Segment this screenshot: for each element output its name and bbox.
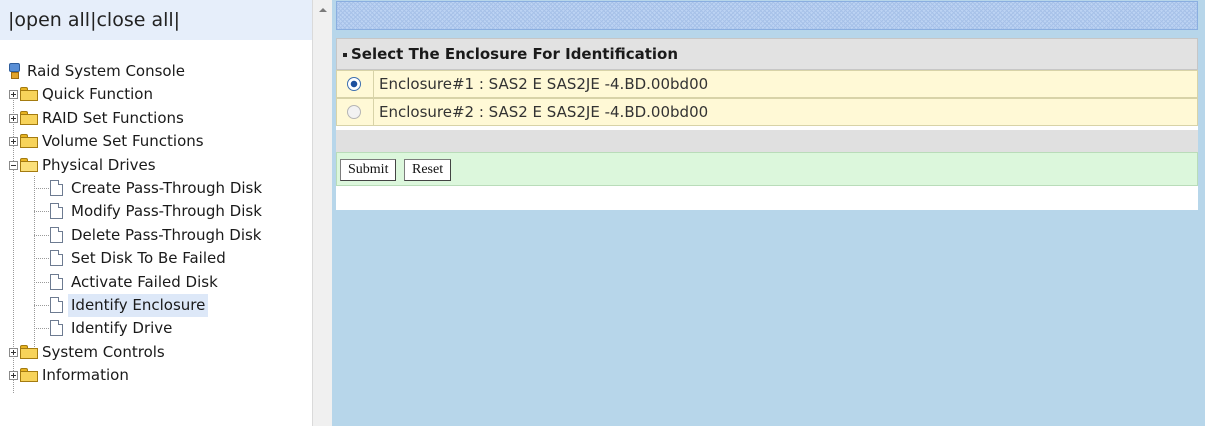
minus-box-icon[interactable] — [9, 160, 18, 170]
page-icon — [50, 203, 63, 220]
folder-icon — [20, 110, 38, 125]
plus-box-icon[interactable] — [9, 90, 18, 100]
folder-icon — [20, 87, 38, 102]
tree-item-label: Modify Pass-Through Disk — [71, 202, 262, 221]
tree-item-information[interactable]: Information — [0, 364, 312, 387]
tree-item-label: Create Pass-Through Disk — [71, 178, 263, 197]
header-strip — [336, 1, 1198, 30]
navigation-pane: |open all|close all| Raid System Console… — [0, 0, 313, 426]
page-icon — [50, 273, 63, 290]
tree-item-delete-pass-through-disk[interactable]: Delete Pass-Through Disk — [0, 224, 312, 247]
open-all-link[interactable]: open all — [14, 9, 90, 31]
tree-item-identify-enclosure[interactable]: Identify Enclosure — [0, 293, 312, 318]
folder-icon — [20, 134, 38, 149]
tree-item-modify-pass-through-disk[interactable]: Modify Pass-Through Disk — [0, 200, 312, 223]
tree-item-quick-function[interactable]: Quick Function — [0, 83, 312, 106]
spacer-row — [336, 130, 1198, 152]
enclosure-row-1[interactable]: Enclosure#1 : SAS2 E SAS2JE -4.BD.00bd00 — [336, 70, 1198, 98]
page-icon — [50, 296, 63, 313]
plus-box-icon[interactable] — [9, 347, 18, 357]
plus-box-icon[interactable] — [9, 371, 18, 381]
folder-open-icon — [20, 157, 38, 172]
enclosure-2-label: Enclosure#2 : SAS2 E SAS2JE -4.BD.00bd00 — [379, 103, 709, 121]
tree-item-label: Identify Drive — [71, 319, 173, 338]
tree-root-label: Raid System Console — [27, 62, 185, 80]
plus-box-icon[interactable] — [9, 137, 18, 147]
function-tree: Raid System Console Quick Function RAID … — [0, 60, 312, 393]
tree-item-system-controls[interactable]: System Controls — [0, 341, 312, 364]
tree-item-label: System Controls — [42, 342, 165, 361]
tree-item-set-disk-to-be-failed[interactable]: Set Disk To Be Failed — [0, 247, 312, 270]
tree-item-label: Volume Set Functions — [42, 132, 204, 151]
content-pane: Select The Enclosure For Identification … — [332, 0, 1205, 426]
submit-button[interactable]: Submit — [340, 159, 397, 181]
plus-box-icon[interactable] — [9, 113, 18, 123]
tree-item-create-pass-through-disk[interactable]: Create Pass-Through Disk — [0, 177, 312, 200]
page-icon — [50, 320, 63, 337]
separator: | — [173, 9, 181, 31]
scroll-up-arrow-icon[interactable] — [313, 0, 332, 20]
identify-enclosure-form: Select The Enclosure For Identification … — [336, 38, 1198, 210]
tree-item-label: Set Disk To Be Failed — [71, 249, 226, 268]
panel-title-text: Select The Enclosure For Identification — [351, 45, 679, 63]
tree-item-label: Information — [42, 366, 129, 385]
tree-item-physical-drives[interactable]: Physical Drives — [0, 154, 312, 177]
reset-button[interactable]: Reset — [404, 159, 452, 181]
page-icon — [50, 250, 63, 267]
enclosure-1-radio[interactable] — [347, 77, 361, 91]
folder-icon — [20, 344, 38, 359]
enclosure-2-radio[interactable] — [347, 105, 361, 119]
tree-item-activate-failed-disk[interactable]: Activate Failed Disk — [0, 271, 312, 294]
tree-item-label: Activate Failed Disk — [71, 272, 218, 291]
tree-item-label: Physical Drives — [42, 155, 156, 174]
tree-item-label: RAID Set Functions — [42, 108, 184, 127]
folder-icon — [20, 368, 38, 383]
enclosure-1-label: Enclosure#1 : SAS2 E SAS2JE -4.BD.00bd00 — [379, 75, 709, 93]
tree-item-label: Quick Function — [42, 85, 153, 104]
tree-item-volume-set-functions[interactable]: Volume Set Functions — [0, 130, 312, 153]
page-icon — [50, 226, 63, 243]
tree-item-identify-drive[interactable]: Identify Drive — [0, 317, 312, 340]
close-all-link[interactable]: close all — [96, 9, 173, 31]
tree-item-raid-set-functions[interactable]: RAID Set Functions — [0, 107, 312, 130]
open-close-bar: |open all|close all| — [0, 0, 312, 40]
tree-item-label: Identify Enclosure — [68, 293, 209, 318]
bullet-icon — [343, 52, 347, 57]
tree-root[interactable]: Raid System Console — [0, 60, 312, 83]
page-icon — [50, 179, 63, 196]
tree-item-label: Delete Pass-Through Disk — [71, 225, 262, 244]
panel-title: Select The Enclosure For Identification — [336, 38, 1198, 70]
raid-console-icon — [8, 63, 22, 80]
button-row: Submit Reset — [336, 152, 1198, 186]
tree-scrollbar[interactable] — [312, 0, 332, 426]
enclosure-row-2[interactable]: Enclosure#2 : SAS2 E SAS2JE -4.BD.00bd00 — [336, 98, 1198, 126]
